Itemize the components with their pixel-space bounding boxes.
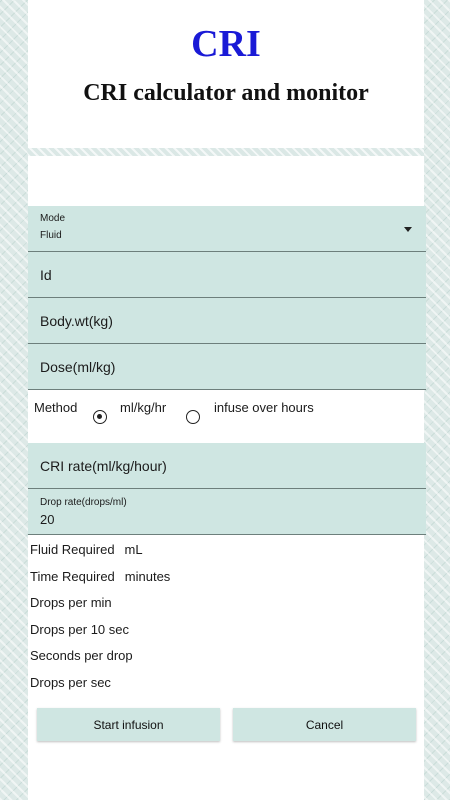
app-header: CRI CRI calculator and monitor: [28, 0, 424, 150]
radio-selected-dot: [97, 414, 102, 419]
result-drops-per-10-sec: Drops per 10 sec: [30, 622, 129, 637]
result-fluid-required: Fluid Required mL: [30, 542, 143, 557]
mode-label: Mode: [40, 213, 66, 224]
app-subtitle: CRI calculator and monitor: [83, 80, 369, 106]
time-required-label: Time Required: [30, 569, 115, 584]
time-required-unit: minutes: [124, 569, 171, 584]
drop-rate-field[interactable]: Drop rate(drops/ml) 20: [28, 489, 426, 535]
body-weight-field[interactable]: Body.wt(kg): [28, 298, 426, 344]
result-drops-per-sec: Drops per sec: [30, 675, 111, 690]
drop-rate-field-label: Drop rate(drops/ml): [40, 497, 127, 508]
radio-infuse-over-hours[interactable]: [186, 410, 200, 424]
result-time-required: Time Required minutes: [30, 569, 170, 584]
fluid-required-label: Fluid Required: [30, 542, 115, 557]
result-drops-per-min: Drops per min: [30, 595, 112, 610]
result-seconds-per-drop: Seconds per drop: [30, 648, 133, 663]
dropdown-arrow-icon: [404, 227, 412, 232]
id-field[interactable]: Id: [28, 252, 426, 298]
dose-field[interactable]: Dose(ml/kg): [28, 344, 426, 390]
header-divider: [28, 148, 424, 156]
method-label: Method: [34, 400, 78, 415]
fluid-required-unit: mL: [124, 542, 143, 557]
mode-value: Fluid: [40, 230, 62, 241]
drop-rate-value: 20: [40, 512, 55, 527]
cri-rate-field-label: CRI rate(ml/kg/hour): [40, 458, 167, 474]
option-infuse-over-hours-label[interactable]: infuse over hours: [214, 400, 314, 415]
cancel-button[interactable]: Cancel: [233, 708, 416, 741]
app-title: CRI: [191, 23, 261, 65]
radio-ml-kg-hr[interactable]: [93, 410, 107, 424]
body-weight-field-label: Body.wt(kg): [40, 313, 113, 329]
cri-rate-field[interactable]: CRI rate(ml/kg/hour): [28, 443, 426, 489]
method-row: Method ml/kg/hr infuse over hours: [28, 390, 426, 440]
id-field-label: Id: [40, 267, 52, 283]
dose-field-label: Dose(ml/kg): [40, 359, 116, 375]
start-infusion-button[interactable]: Start infusion: [37, 708, 220, 741]
option-ml-kg-hr-label[interactable]: ml/kg/hr: [120, 400, 166, 415]
mode-dropdown[interactable]: Mode Fluid: [28, 206, 426, 252]
